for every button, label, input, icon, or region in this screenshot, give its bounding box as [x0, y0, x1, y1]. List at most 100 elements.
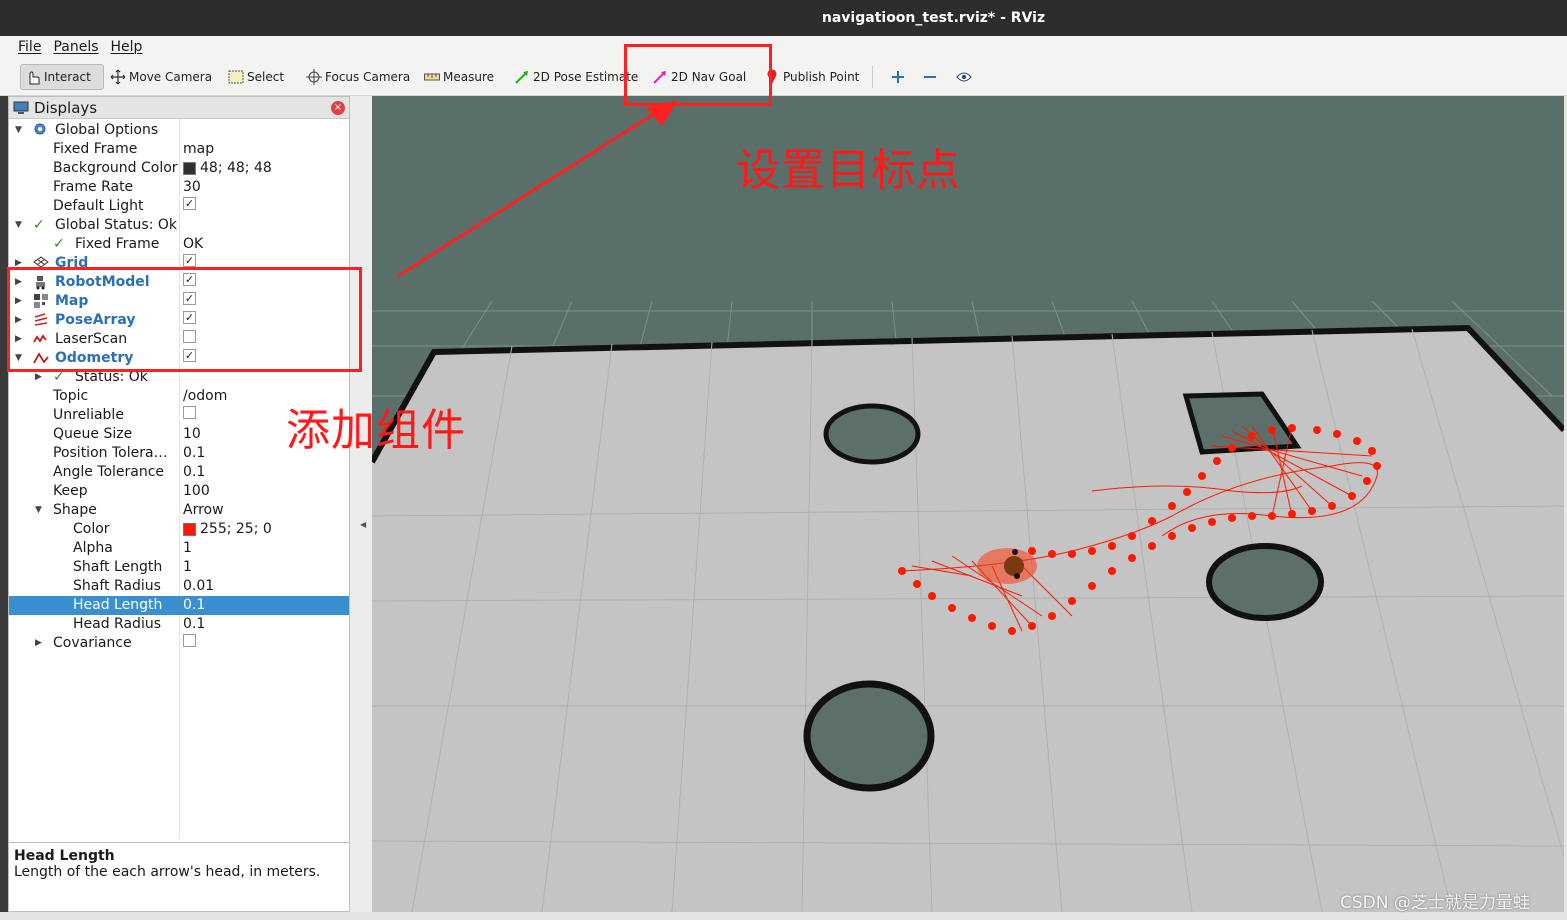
property-value[interactable]: 48; 48; 48 — [183, 159, 272, 178]
collapse-arrow-icon[interactable]: ◀ — [360, 520, 366, 529]
publish-point-tool-button[interactable]: Publish Point — [760, 64, 863, 90]
measure-label: Measure — [443, 70, 494, 84]
move-arrows-icon — [110, 69, 126, 85]
annotation-set-goal: 设置目标点 — [736, 145, 961, 196]
property-value[interactable]: 0.1 — [183, 596, 205, 615]
move-camera-tool-button[interactable]: Move Camera — [106, 64, 216, 90]
property-value[interactable]: 255; 25; 0 — [183, 520, 272, 539]
menu-help[interactable]: Help — [111, 39, 143, 55]
select-tool-button[interactable]: Select — [224, 64, 288, 90]
ruler-icon — [424, 69, 440, 85]
property-name: Head Length — [73, 597, 163, 613]
property-name: Fixed Frame — [75, 236, 160, 252]
hand-pointer-icon — [25, 69, 41, 85]
tree-row-shaft-length[interactable]: Shaft Length 1 — [9, 558, 349, 577]
property-value[interactable]: 1 — [183, 539, 192, 558]
expand-arrow-icon[interactable]: ▶ — [35, 634, 42, 653]
expand-arrow-icon[interactable]: ▼ — [15, 121, 22, 140]
status-strip — [0, 912, 1567, 920]
property-value[interactable]: 10 — [183, 425, 201, 444]
tool-bar: Interact Move Camera Select Focus Camera… — [0, 58, 1567, 96]
tree-row-color[interactable]: Color 255; 25; 0 — [9, 520, 349, 539]
tree-row-frame-rate[interactable]: Frame Rate 30 — [9, 178, 349, 197]
select-rect-icon — [228, 69, 244, 85]
property-name: Topic — [53, 388, 89, 404]
check-icon: ✓ — [33, 217, 45, 233]
expand-arrow-icon[interactable]: ▼ — [35, 501, 42, 520]
default-light-checkbox[interactable]: ✓ — [183, 197, 196, 210]
tree-row-head-radius[interactable]: Head Radius 0.1 — [9, 615, 349, 634]
robot-wheel — [1014, 573, 1020, 579]
property-value[interactable]: 100 — [183, 482, 210, 501]
color-value: 48; 48; 48 — [200, 160, 272, 176]
property-value[interactable]: 0.1 — [183, 615, 205, 634]
monitor-icon — [13, 101, 29, 115]
property-value[interactable]: map — [183, 140, 214, 159]
green-arrow-icon — [514, 69, 530, 85]
pose-estimate-label: 2D Pose Estimate — [533, 70, 639, 84]
menu-file[interactable]: File — [18, 39, 41, 55]
focus-camera-tool-button[interactable]: Focus Camera — [302, 64, 414, 90]
gear-icon — [33, 122, 49, 138]
property-name: Frame Rate — [53, 179, 134, 195]
property-name: Unreliable — [53, 407, 124, 423]
property-value: OK — [183, 236, 204, 252]
tree-row-covariance[interactable]: ▶ Covariance — [9, 634, 349, 653]
interact-tool-button[interactable]: Interact — [20, 64, 104, 90]
eye-icon — [956, 69, 972, 85]
covariance-checkbox[interactable] — [183, 634, 196, 647]
tree-row-background-color[interactable]: Background Color 48; 48; 48 — [9, 159, 349, 178]
property-value[interactable]: 0.1 — [183, 444, 205, 463]
grid-checkbox[interactable]: ✓ — [183, 254, 196, 267]
tree-row-shape[interactable]: ▼ Shape Arrow — [9, 501, 349, 520]
toolbar-divider — [872, 66, 873, 88]
tree-row-global-status[interactable]: ▼ ✓ Global Status: Ok — [9, 216, 349, 235]
expand-arrow-icon[interactable]: ▼ — [15, 216, 22, 235]
property-name: Background Color — [53, 160, 178, 176]
annotation-add-component: 添加组件 — [286, 405, 466, 456]
plus-icon — [890, 69, 906, 85]
tree-row-angle-tolerance[interactable]: Angle Tolerance 0.1 — [9, 463, 349, 482]
color-value: 255; 25; 0 — [200, 521, 272, 537]
property-name: Shape — [53, 502, 97, 518]
tree-row-global-options[interactable]: ▼ Global Options — [9, 121, 349, 140]
select-label: Select — [247, 70, 285, 84]
tree-row-alpha[interactable]: Alpha 1 — [9, 539, 349, 558]
watermark-text: CSDN @芝士就是力量蛙 — [1340, 893, 1530, 913]
map-floor — [372, 328, 1564, 912]
obstacle-circle — [823, 403, 921, 465]
property-name: Keep — [53, 483, 88, 499]
add-tool-button[interactable] — [886, 64, 913, 90]
tree-row-default-light[interactable]: Default Light ✓ — [9, 197, 349, 216]
panel-splitter[interactable]: ◀ — [350, 96, 372, 912]
tree-row-head-length[interactable]: Head Length 0.1 — [9, 596, 349, 615]
property-name: Alpha — [73, 540, 113, 556]
unreliable-checkbox[interactable] — [183, 406, 196, 419]
close-panel-icon[interactable]: × — [331, 101, 345, 115]
property-name: Head Radius — [73, 616, 161, 632]
property-value[interactable]: /odom — [183, 387, 227, 406]
property-value[interactable]: 1 — [183, 558, 192, 577]
check-icon: ✓ — [53, 236, 65, 252]
obstacle-circle — [1206, 543, 1324, 621]
measure-tool-button[interactable]: Measure — [420, 64, 498, 90]
remove-tool-button[interactable] — [918, 64, 945, 90]
tree-row-status-fixed-frame[interactable]: ✓ Fixed Frame OK — [9, 235, 349, 254]
description-text: Length of the each arrow's head, in mete… — [14, 864, 321, 880]
tree-row-keep[interactable]: Keep 100 — [9, 482, 349, 501]
tree-row-fixed-frame[interactable]: Fixed Frame map — [9, 140, 349, 159]
property-value[interactable]: 30 — [183, 178, 201, 197]
title-bar: navigatioon_test.rviz* - RViz — [0, 0, 1567, 36]
property-value[interactable]: 0.01 — [183, 577, 214, 596]
menu-panels[interactable]: Panels — [53, 39, 98, 55]
property-value[interactable]: 0.1 — [183, 463, 205, 482]
property-name: Color — [73, 521, 110, 537]
displays-panel-header: Displays × — [9, 97, 349, 119]
view-options-button[interactable] — [952, 64, 979, 90]
publish-point-label: Publish Point — [783, 70, 860, 84]
property-value[interactable]: Arrow — [183, 501, 224, 520]
displays-tree: ▼ Global Options Fixed Frame map Backgro… — [9, 119, 349, 839]
tree-row-shaft-radius[interactable]: Shaft Radius 0.01 — [9, 577, 349, 596]
property-name: Default Light — [53, 198, 144, 214]
pose-estimate-tool-button[interactable]: 2D Pose Estimate — [510, 64, 642, 90]
